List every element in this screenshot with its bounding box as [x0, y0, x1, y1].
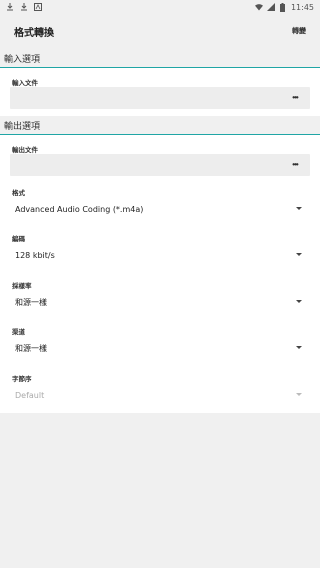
channels-select[interactable]: 和源一樣 [10, 338, 310, 358]
output-file-label: 輸出文件 [12, 146, 38, 154]
input-file-browse-button[interactable]: ••• [288, 92, 302, 104]
status-bar-left [6, 3, 42, 11]
byte-order-select: Default [10, 385, 310, 405]
dropdown-arrow-icon [296, 207, 302, 210]
page-title: 格式轉換 [14, 27, 54, 39]
output-file-field[interactable]: ••• [10, 154, 310, 176]
status-bar-right: 11:45 [254, 2, 314, 12]
status-bar: 11:45 [0, 0, 320, 14]
status-time: 11:45 [290, 2, 314, 12]
output-section-panel: 輸出文件 ••• 格式 Advanced Audio Coding (*.m4a… [0, 135, 320, 413]
notification-icon [34, 3, 42, 11]
format-value: Advanced Audio Coding (*.m4a) [15, 204, 144, 214]
output-section-header: 輸出選項 [0, 119, 320, 135]
dropdown-arrow-icon [296, 300, 302, 303]
input-file-label: 輸入文件 [12, 79, 38, 87]
app-bar: 格式轉換 轉變 [0, 14, 320, 48]
dropdown-arrow-icon [296, 393, 302, 396]
sample-rate-select[interactable]: 和源一樣 [10, 292, 310, 312]
input-file-field[interactable]: ••• [10, 87, 310, 109]
dropdown-arrow-icon [296, 346, 302, 349]
channels-value: 和源一樣 [15, 343, 47, 353]
channels-label: 渠道 [12, 328, 25, 336]
input-section-panel: 輸入文件 ••• [0, 68, 320, 116]
encoding-select[interactable]: 128 kbit/s [10, 245, 310, 265]
signal-icon [266, 3, 275, 11]
output-file-browse-button[interactable]: ••• [288, 159, 302, 171]
sample-rate-label: 採樣率 [12, 282, 32, 290]
encoding-value: 128 kbit/s [15, 250, 55, 260]
wifi-icon [254, 3, 263, 11]
encoding-label: 編碼 [12, 235, 25, 243]
byte-order-label: 字節序 [12, 375, 32, 383]
battery-icon [279, 2, 287, 12]
byte-order-value: Default [15, 390, 45, 400]
dropdown-arrow-icon [296, 253, 302, 256]
sample-rate-value: 和源一樣 [15, 297, 47, 307]
format-select[interactable]: Advanced Audio Coding (*.m4a) [10, 199, 310, 219]
download-icon [20, 3, 28, 11]
input-section-header: 輸入選項 [0, 52, 320, 68]
download-icon [6, 3, 14, 11]
convert-button[interactable]: 轉變 [290, 22, 308, 40]
format-label: 格式 [12, 189, 25, 197]
